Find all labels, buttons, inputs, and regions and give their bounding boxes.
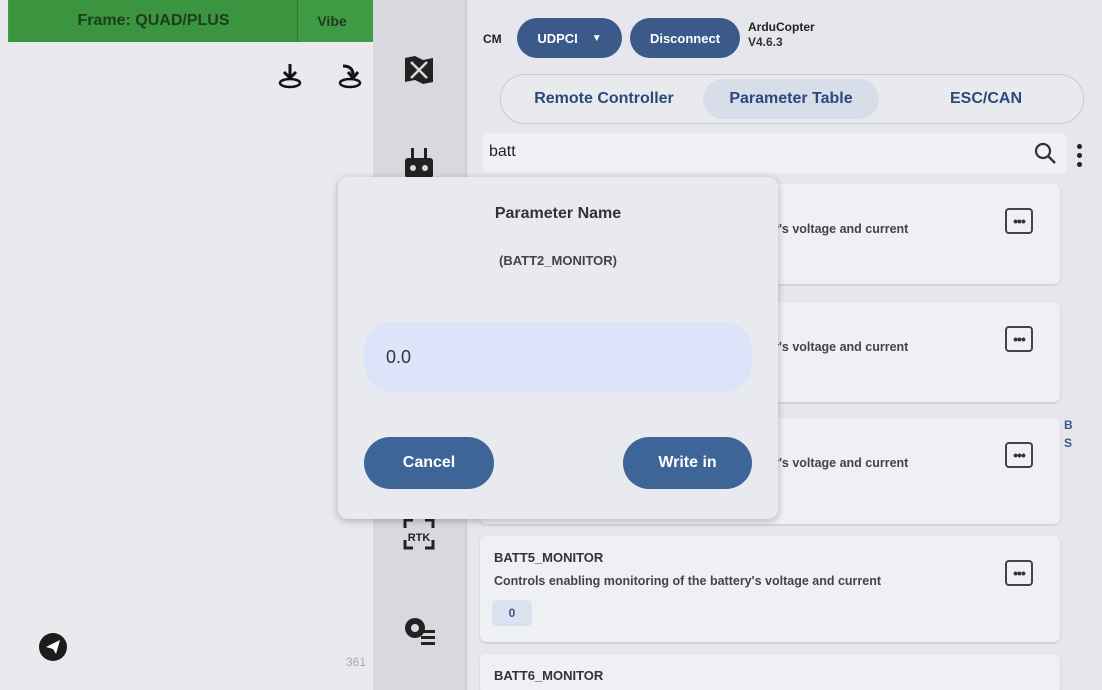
cancel-button[interactable]: Cancel xyxy=(364,437,494,489)
edit-parameter-dialog: Parameter Name (BATT2_MONITOR) Cancel Wr… xyxy=(338,177,778,519)
parameter-value-input[interactable] xyxy=(364,322,752,392)
dialog-title: Parameter Name xyxy=(494,205,622,222)
dialog-param-name: (BATT2_MONITOR) xyxy=(499,253,617,268)
write-in-button[interactable]: Write in xyxy=(623,437,752,489)
